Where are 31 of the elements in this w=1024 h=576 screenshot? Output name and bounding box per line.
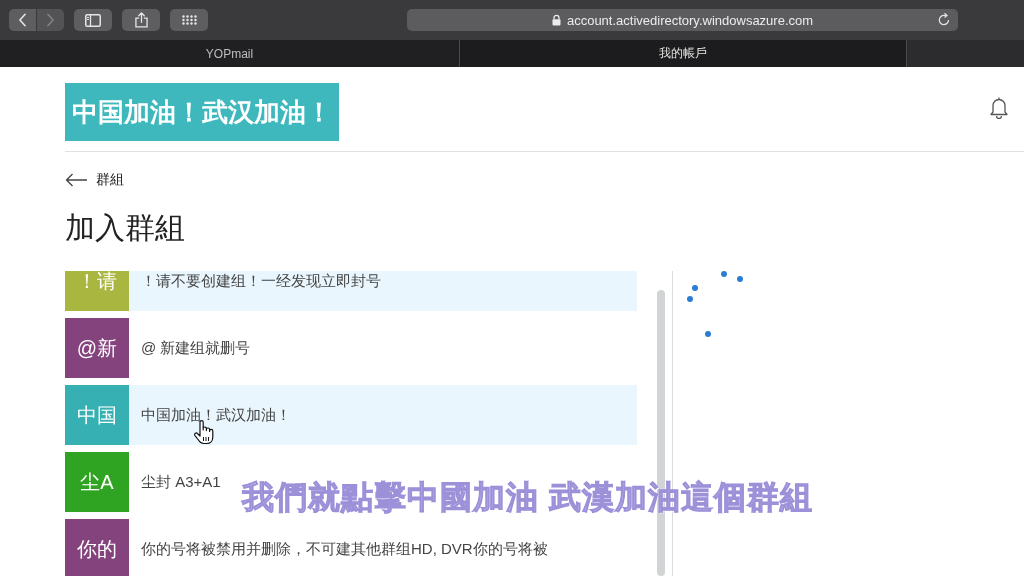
video-subtitle: 我們就點擊中國加油 武漢加油這個群組 — [242, 480, 813, 515]
group-name: 中国加油！武汉加油！ — [141, 405, 291, 425]
group-name: ！请不要创建组！一经发现立即封号 — [141, 271, 381, 291]
sidebar-button[interactable] — [74, 9, 112, 31]
banner-logo: 中国加油！武汉加油！ — [65, 83, 339, 141]
group-name: 尘封 A3+A1 — [141, 472, 221, 492]
group-badge: ！请 — [65, 271, 129, 311]
left-arrow-icon — [65, 173, 88, 187]
group-badge: 尘A — [65, 452, 129, 512]
group-name: 你的号将被禁用并删除，不可建其他群组HD, DVR你的号将被 — [141, 539, 548, 559]
tabs-button[interactable] — [170, 9, 208, 31]
back-link[interactable]: 群組 — [65, 170, 124, 190]
bell-icon[interactable] — [989, 96, 1009, 119]
back-button[interactable] — [9, 9, 36, 31]
page-title: 加入群組 — [65, 210, 185, 246]
browser-tab[interactable]: 我的帳戶 — [460, 40, 907, 67]
chevron-right-icon — [46, 13, 55, 27]
grid-icon — [181, 15, 197, 25]
share-icon — [134, 12, 148, 28]
group-row[interactable]: ！请 ！请不要创建组！一经发现立即封号 — [65, 271, 637, 311]
address-bar[interactable]: account.activedirectory.windowsazure.com — [407, 9, 958, 31]
group-badge: @新 — [65, 318, 129, 378]
group-name: @ 新建组就删号 — [141, 338, 251, 358]
chevron-left-icon — [18, 13, 27, 27]
sidebar-icon — [85, 13, 101, 27]
browser-tab[interactable]: YOPmail — [0, 40, 460, 67]
group-badge: 中国 — [65, 385, 129, 445]
group-row[interactable]: 中国 中国加油！武汉加油！ — [65, 385, 637, 445]
reload-icon[interactable] — [937, 13, 951, 27]
group-badge: 你的 — [65, 519, 129, 576]
share-button[interactable] — [122, 9, 160, 31]
